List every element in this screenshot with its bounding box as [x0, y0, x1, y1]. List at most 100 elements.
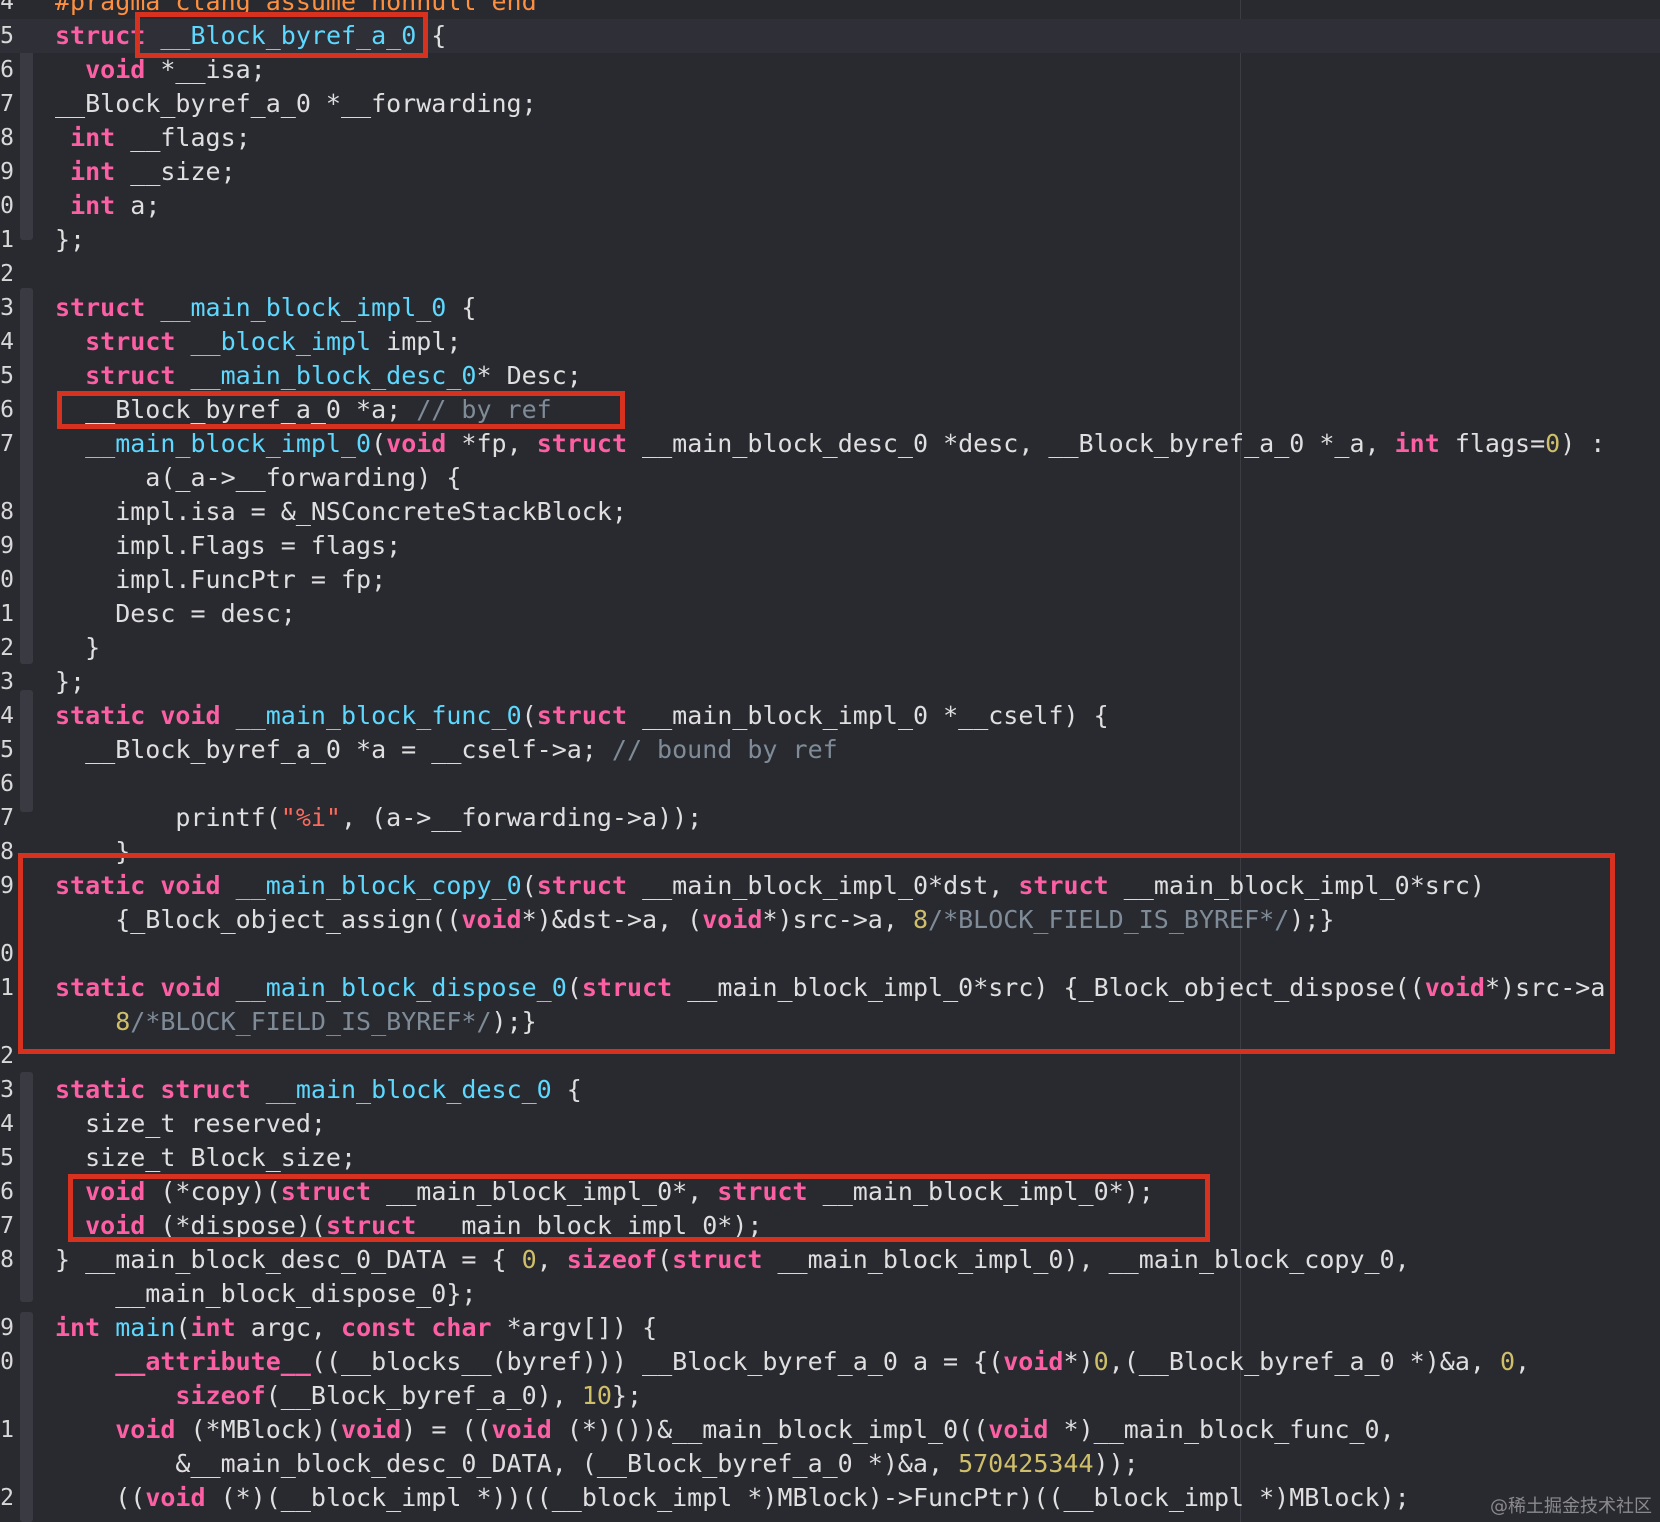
code-line[interactable]: 8} __main_block_desc_0_DATA = { 0, sizeo…	[0, 1243, 1660, 1277]
line-number: 6	[0, 1179, 14, 1205]
code-text: static void __main_block_func_0(struct _…	[55, 699, 1109, 733]
code-line[interactable]: 1 Desc = desc;	[0, 597, 1660, 631]
code-text: int __size;	[55, 155, 236, 189]
code-line[interactable]: sizeof(__Block_byref_a_0), 10};	[0, 1379, 1660, 1413]
code-line[interactable]: 6 void *__isa;	[0, 53, 1660, 87]
code-line[interactable]: 9 int __size;	[0, 155, 1660, 189]
code-line[interactable]: 0 int a;	[0, 189, 1660, 223]
code-text: size_t reserved;	[55, 1107, 326, 1141]
code-line[interactable]: __main_block_dispose_0};	[0, 1277, 1660, 1311]
code-token: *)	[1063, 1347, 1094, 1376]
code-token: const	[341, 1313, 417, 1342]
code-line[interactable]: 5 __Block_byref_a_0 *a = __cself->a; // …	[0, 733, 1660, 767]
code-line[interactable]: 9 int main(int argc, const char *argv[]) …	[0, 1311, 1660, 1345]
code-line[interactable]: 1};	[0, 223, 1660, 257]
code-line[interactable]: 7 printf("%i", (a->__forwarding->a));	[0, 801, 1660, 835]
code-line[interactable]: 2 ((void (*)(__block_impl *))((__block_i…	[0, 1481, 1660, 1515]
code-token: __main_block_func_0	[235, 701, 522, 730]
code-text: struct __main_block_impl_0 {	[55, 291, 476, 325]
code-line[interactable]: 8 int __flags;	[0, 121, 1660, 155]
code-token: };	[55, 225, 86, 254]
code-line[interactable]: 2	[0, 257, 1660, 291]
code-token: ) = ((	[401, 1415, 492, 1444]
code-token: sizeof	[566, 1245, 658, 1274]
code-line[interactable]: 3};	[0, 665, 1660, 699]
code-text: };	[55, 665, 85, 699]
code-line[interactable]: 6	[0, 767, 1660, 801]
code-token: // bound by ref	[611, 735, 838, 764]
line-number: 4	[0, 1111, 14, 1137]
code-text: int main(int argc, const char *argv[]) {	[55, 1311, 657, 1345]
code-token: struct	[536, 429, 627, 458]
highlight-box-byref-struct-name	[135, 12, 428, 58]
code-token: void	[491, 1415, 552, 1444]
line-number: 0	[0, 941, 14, 967]
code-token: flags=	[1439, 429, 1546, 458]
line-number: 7	[0, 805, 14, 831]
code-line[interactable]: 9 impl.Flags = flags;	[0, 529, 1660, 563]
code-line[interactable]: 4 struct __block_impl impl;	[0, 325, 1660, 359]
code-line[interactable]: &__main_block_desc_0_DATA, (__Block_byre…	[0, 1447, 1660, 1481]
code-token: __Block_byref_a_0 *a = __cself->a;	[55, 735, 612, 764]
code-token: &__main_block_desc_0_DATA, (__Block_byre…	[55, 1449, 959, 1478]
code-token: 0	[1545, 429, 1561, 458]
code-token: char	[431, 1313, 492, 1342]
code-line[interactable]: 4 static void __main_block_func_0(struct …	[0, 699, 1660, 733]
code-token: }	[55, 633, 101, 662]
code-line[interactable]: 7 __main_block_impl_0(void *fp, struct _…	[0, 427, 1660, 461]
code-text: };	[55, 223, 85, 257]
code-line[interactable]: 1 void (*MBlock)(void) = ((void (*)())&_…	[0, 1413, 1660, 1447]
code-token: impl.FuncPtr = fp;	[55, 565, 387, 594]
code-token: ,	[1515, 1347, 1531, 1376]
code-token: };	[611, 1381, 643, 1410]
code-text: &__main_block_desc_0_DATA, (__Block_byre…	[55, 1447, 1138, 1481]
code-line[interactable]: a(_a->__forwarding) {	[0, 461, 1660, 495]
code-token: void	[988, 1415, 1049, 1444]
line-number: 2	[0, 1043, 14, 1069]
code-token: {	[551, 1075, 582, 1104]
code-line[interactable]: 0 __attribute__((__blocks__(byref))) __B…	[0, 1345, 1660, 1379]
code-text: printf("%i", (a->__forwarding->a));	[55, 801, 702, 835]
code-token: {	[446, 293, 477, 322]
line-number: 3	[0, 1077, 14, 1103]
code-token: (__Block_byref_a_0),	[265, 1381, 582, 1410]
code-token: * Desc;	[476, 361, 582, 390]
line-number: 0	[0, 1349, 14, 1375]
line-number: 5	[0, 1145, 14, 1171]
code-editor[interactable]: 4 #pragma clang assume_nonnull end 5 struct…	[0, 0, 1660, 1522]
code-token: ((	[55, 1483, 146, 1512]
line-number: 7	[0, 431, 14, 457]
line-number: 1	[0, 975, 14, 1001]
code-line[interactable]: 0 impl.FuncPtr = fp;	[0, 563, 1660, 597]
code-token: impl;	[371, 327, 462, 356]
line-number: 6	[0, 57, 14, 83]
code-token: __main_block_impl_0), __main_block_copy_…	[762, 1245, 1410, 1274]
code-line[interactable]: 5 size_t Block_size;	[0, 1141, 1660, 1175]
code-token: *fp,	[446, 429, 537, 458]
code-token: static	[55, 701, 146, 730]
code-line[interactable]: 2 }	[0, 631, 1660, 665]
code-line[interactable]: 8 impl.isa = &_NSConcreteStackBlock;	[0, 495, 1660, 529]
line-number: 9	[0, 533, 14, 559]
code-line[interactable]: 3 struct __main_block_impl_0 {	[0, 291, 1660, 325]
code-token: ,	[536, 1245, 567, 1274]
line-number: 9	[0, 159, 14, 185]
code-line[interactable]: 7 __Block_byref_a_0 *__forwarding;	[0, 87, 1660, 121]
line-number: 8	[0, 125, 14, 151]
code-line[interactable]: 3 static struct __main_block_desc_0 {	[0, 1073, 1660, 1107]
line-number: 1	[0, 601, 14, 627]
code-line[interactable]: 5 struct __main_block_desc_0* Desc;	[0, 359, 1660, 393]
code-line[interactable]: 4 size_t reserved;	[0, 1107, 1660, 1141]
